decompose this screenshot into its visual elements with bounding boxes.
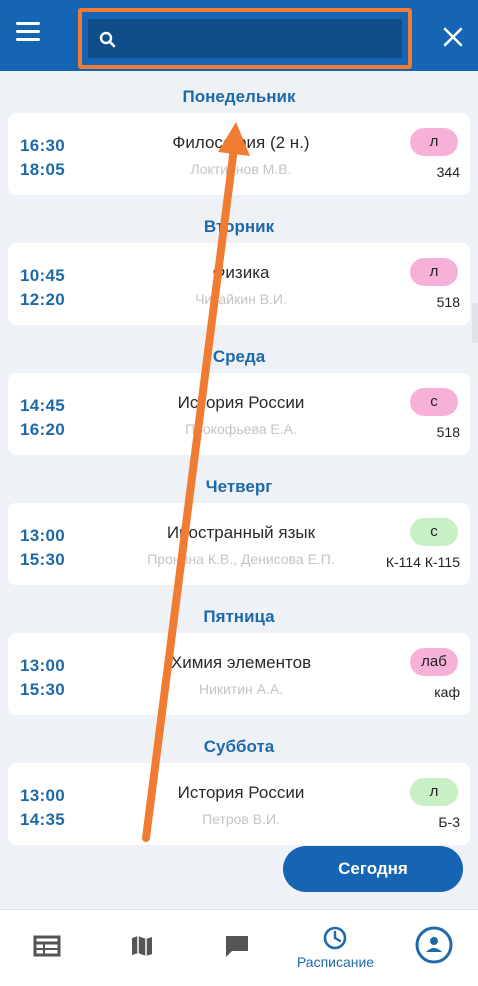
timetable-icon (33, 935, 61, 957)
room-number: 518 (436, 294, 460, 310)
lesson-type-badge: с (410, 388, 458, 416)
search-icon (99, 31, 116, 48)
close-icon[interactable] (440, 24, 466, 50)
start-time: 13:00 (20, 526, 65, 545)
lesson-card[interactable]: 13:00 15:30 Иностранный язык Пронина К.В… (8, 503, 470, 585)
chat-icon (226, 936, 248, 957)
profile-icon (415, 926, 453, 964)
subject-name: Иностранный язык (166, 523, 316, 542)
day-title: Вторник (203, 217, 275, 236)
lesson-type-badge: л (410, 778, 458, 806)
clock-icon (323, 926, 347, 950)
teacher-name: Локтионов М.В. (190, 161, 292, 177)
tab-schedule[interactable]: Расписание (288, 910, 383, 986)
schedule-list[interactable]: Понедельник 16:30 18:05 Философия (2 н.)… (0, 71, 478, 909)
teacher-name: Прокофьева Е.А. (185, 421, 297, 437)
start-time: 10:45 (20, 266, 65, 285)
subject-name: Философия (2 н.) (172, 133, 310, 152)
bottom-nav-bar: Расписание (0, 909, 478, 986)
end-time: 18:05 (20, 160, 65, 179)
subject-name: История России (177, 393, 305, 412)
day-title: Понедельник (182, 87, 296, 106)
room-number: 344 (436, 164, 460, 180)
menu-icon[interactable] (16, 22, 42, 48)
subject-name: История России (177, 783, 305, 802)
lesson-type-badge: лаб (410, 648, 458, 676)
lesson-card[interactable]: 16:30 18:05 Философия (2 н.) Локтионов М… (8, 113, 470, 195)
lesson-card[interactable]: 14:45 16:20 История России Прокофьева Е.… (8, 373, 470, 455)
today-button[interactable]: Сегодня (283, 846, 463, 892)
search-input[interactable] (88, 19, 402, 58)
end-time: 14:35 (20, 810, 65, 829)
tab-chat[interactable] (190, 910, 285, 986)
lesson-card[interactable]: 10:45 12:20 Физика Читайкин В.И. л 518 (8, 243, 470, 325)
tab-label: Расписание (296, 954, 375, 970)
teacher-name: Никитин А.А. (198, 681, 284, 697)
room-number: Б-3 (438, 814, 460, 830)
lesson-type-badge: с (410, 518, 458, 546)
day-title: Суббота (203, 737, 275, 756)
end-time: 15:30 (20, 680, 65, 699)
end-time: 12:20 (20, 290, 65, 309)
top-app-bar (0, 0, 478, 71)
search-highlight (78, 8, 412, 69)
room-number: 518 (436, 424, 460, 440)
scroll-handle[interactable] (472, 303, 478, 343)
end-time: 16:20 (20, 420, 65, 439)
subject-name: Химия элементов (170, 653, 312, 672)
map-icon (132, 936, 152, 956)
lesson-type-badge: л (410, 128, 458, 156)
start-time: 16:30 (20, 136, 65, 155)
teacher-name: Пронина К.В., Денисова Е.П. (147, 551, 335, 567)
teacher-name: Петров В.И. (202, 811, 280, 827)
start-time: 13:00 (20, 656, 65, 675)
end-time: 15:30 (20, 550, 65, 569)
lesson-card[interactable]: 13:00 15:30 Химия элементов Никитин А.А.… (8, 633, 470, 715)
day-title: Четверг (205, 477, 273, 496)
tab-timetable[interactable] (0, 910, 95, 986)
start-time: 13:00 (20, 786, 65, 805)
room-number: К-114 К-115 (385, 554, 460, 570)
lesson-type-badge: л (410, 258, 458, 286)
tab-profile[interactable] (383, 910, 478, 986)
start-time: 14:45 (20, 396, 65, 415)
room-number: каф (434, 684, 460, 700)
tab-map[interactable] (95, 910, 190, 986)
day-title: Пятница (203, 607, 275, 626)
day-title: Среда (212, 347, 266, 366)
subject-name: Физика (212, 263, 270, 282)
lesson-card[interactable]: 13:00 14:35 История России Петров В.И. л… (8, 763, 470, 845)
teacher-name: Читайкин В.И. (195, 291, 287, 307)
